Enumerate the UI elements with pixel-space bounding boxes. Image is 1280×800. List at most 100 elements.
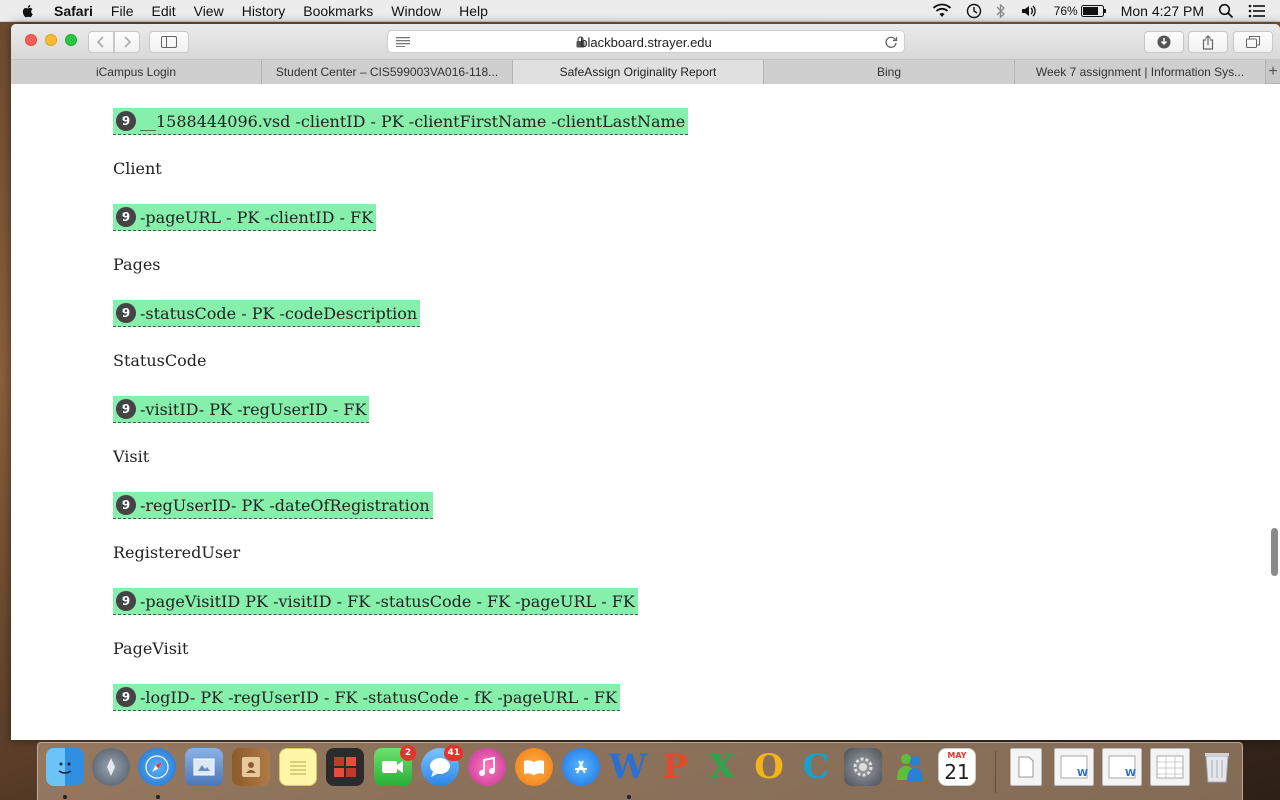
menu-help[interactable]: Help	[459, 3, 488, 19]
finder-icon[interactable]	[46, 748, 84, 786]
spotlight-search-icon[interactable]	[1218, 3, 1234, 19]
source-match-highlight[interactable]: 9 -pageVisitID PK -visitID - FK -statusC…	[113, 588, 638, 615]
document-icon	[1018, 756, 1034, 778]
sidebar-button[interactable]	[149, 31, 189, 53]
apple-icon[interactable]	[20, 3, 36, 19]
menu-edit[interactable]: Edit	[151, 3, 175, 19]
svg-text:W: W	[1125, 768, 1136, 779]
system-preferences-icon[interactable]	[844, 748, 882, 786]
menu-view[interactable]: View	[194, 3, 224, 19]
tab-overview-button[interactable]	[1233, 31, 1273, 53]
powerpoint-icon[interactable]: P	[656, 747, 694, 787]
new-tab-button[interactable]: +	[1266, 60, 1280, 83]
document-stack-icon[interactable]	[1010, 748, 1042, 786]
match-row: 9 -visitID- PK -regUserID - FK	[113, 396, 370, 423]
svg-text:W: W	[1077, 768, 1088, 779]
match-source-badge[interactable]: 9	[116, 687, 136, 707]
match-row: 9 -pageURL - PK -clientID - FK	[113, 204, 377, 231]
time-machine-icon[interactable]	[966, 3, 982, 19]
zoom-window-button[interactable]	[65, 34, 77, 46]
calendar-icon[interactable]: MAY 21	[938, 748, 976, 786]
word-icon[interactable]: W	[609, 747, 647, 787]
contacts-icon[interactable]	[232, 748, 270, 786]
entity-label: Pages	[113, 255, 161, 274]
wifi-icon[interactable]	[932, 3, 952, 19]
facetime-icon[interactable]: 2	[374, 745, 416, 786]
tab-student-center[interactable]: Student Center – CIS599003VA016-118...	[262, 60, 513, 84]
source-match-highlight[interactable]: 9 -logID- PK -regUserID - FK -statusCode…	[113, 684, 620, 711]
source-match-highlight[interactable]: 9 -statusCode - PK -codeDescription	[113, 300, 421, 327]
menu-bookmarks[interactable]: Bookmarks	[303, 3, 373, 19]
launchpad-icon[interactable]	[92, 748, 130, 786]
source-match-highlight[interactable]: 9 -regUserID- PK -dateOfRegistration	[113, 492, 433, 519]
messages-icon[interactable]: 41	[421, 745, 463, 786]
menu-safari[interactable]: Safari	[54, 3, 93, 19]
outlook-icon[interactable]: O	[750, 747, 788, 787]
app-store-a-icon	[575, 760, 587, 774]
back-button[interactable]	[88, 31, 114, 53]
calendar-day: 21	[944, 760, 970, 784]
trash-can-icon	[1205, 753, 1229, 783]
word-running-indicator	[627, 795, 631, 799]
report-content: 9 __1588444096.vsd -clientID - PK -clien…	[11, 84, 1280, 740]
tab-icampus-login[interactable]: iCampus Login	[11, 60, 262, 84]
ibooks-icon[interactable]	[515, 748, 553, 786]
source-match-highlight[interactable]: 9 __1588444096.vsd -clientID - PK -clien…	[113, 108, 689, 135]
downloads-stack-icon[interactable]: W	[1102, 748, 1142, 786]
match-source-badge[interactable]: 9	[116, 303, 136, 323]
match-source-badge[interactable]: 9	[116, 111, 136, 131]
entity-label: Client	[113, 159, 162, 178]
match-source-badge[interactable]: 9	[116, 207, 136, 227]
notification-center-icon[interactable]	[1248, 4, 1266, 18]
match-row: 9 -logID- PK -regUserID - FK -statusCode…	[113, 684, 620, 711]
reload-icon[interactable]	[884, 35, 898, 49]
tab-safeassign-report[interactable]: SafeAssign Originality Report	[513, 60, 764, 84]
minimize-window-button[interactable]	[45, 34, 57, 46]
spreadsheet-stack-icon[interactable]	[1150, 748, 1190, 786]
photo-booth-icon[interactable]	[326, 748, 364, 786]
app-store-icon[interactable]	[562, 748, 600, 786]
close-window-button[interactable]	[25, 34, 37, 46]
match-text: -visitID- PK -regUserID - FK	[140, 399, 367, 419]
music-note-icon	[479, 756, 495, 776]
excel-icon[interactable]: X	[703, 747, 741, 787]
messages-badge: 41	[444, 745, 463, 761]
forward-button[interactable]	[114, 31, 140, 53]
downloads-button[interactable]	[1144, 31, 1184, 53]
source-match-highlight[interactable]: 9 -pageURL - PK -clientID - FK	[113, 204, 377, 231]
dock: 2 41 W P X O C MAY 21 W W	[37, 742, 1243, 800]
citrix-icon[interactable]: C	[797, 747, 835, 787]
trash-icon[interactable]	[1198, 748, 1236, 786]
battery-icon[interactable]	[1080, 5, 1107, 17]
vertical-scrollbar[interactable]	[1271, 528, 1278, 576]
menubar-clock[interactable]: Mon 4:27 PM	[1121, 3, 1204, 19]
volume-icon[interactable]	[1020, 3, 1040, 19]
safari-running-indicator	[156, 795, 160, 799]
word-document-stack-icon[interactable]: W	[1054, 748, 1094, 786]
menu-history[interactable]: History	[242, 3, 286, 19]
safari-dock-icon[interactable]	[138, 748, 176, 786]
tab-week7-assignment[interactable]: Week 7 assignment | Information Sys...	[1015, 60, 1266, 84]
match-text: -pageURL - PK -clientID - FK	[140, 207, 374, 227]
notes-icon[interactable]	[279, 748, 317, 786]
itunes-icon[interactable]	[468, 748, 506, 786]
entity-label: PageVisit	[113, 639, 189, 658]
tab-bing[interactable]: Bing	[764, 60, 1015, 84]
share-button[interactable]	[1188, 31, 1228, 53]
menu-window[interactable]: Window	[391, 3, 441, 19]
match-row: 9 -statusCode - PK -codeDescription	[113, 300, 421, 327]
mail-icon[interactable]	[185, 748, 223, 786]
finder-running-indicator	[63, 795, 67, 799]
menu-file[interactable]: File	[111, 3, 134, 19]
address-bar[interactable]: blackboard.strayer.edu	[387, 30, 905, 53]
sidebar-icon	[161, 36, 177, 48]
messenger-icon[interactable]	[891, 748, 929, 786]
match-source-badge[interactable]: 9	[116, 495, 136, 515]
tab-bar: iCampus Login Student Center – CIS599003…	[11, 60, 1280, 84]
rocket-icon	[107, 758, 115, 776]
bluetooth-icon[interactable]	[996, 3, 1006, 19]
source-match-highlight[interactable]: 9 -visitID- PK -regUserID - FK	[113, 396, 370, 423]
match-source-badge[interactable]: 9	[116, 399, 136, 419]
match-source-badge[interactable]: 9	[116, 591, 136, 611]
match-text: -logID- PK -regUserID - FK -statusCode -…	[140, 687, 617, 707]
